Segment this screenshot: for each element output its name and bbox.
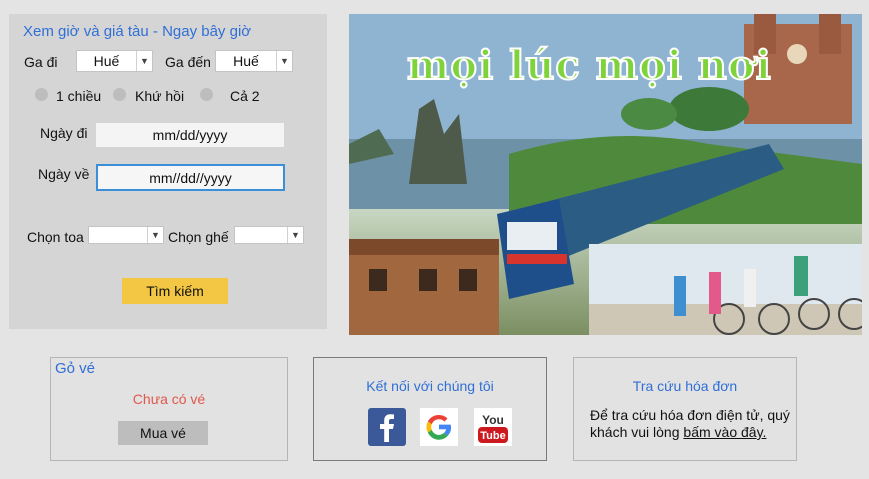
- chevron-down-icon: ▼: [287, 227, 303, 243]
- youtube-icon[interactable]: You Tube: [474, 408, 512, 446]
- svg-text:You: You: [482, 413, 504, 427]
- return-date-label: Ngày về: [38, 166, 90, 182]
- cart-title: Gỏ vé: [55, 360, 96, 377]
- seat-select[interactable]: ▼: [234, 226, 304, 244]
- invoice-box: Tra cứu hóa đơn Để tra cứu hóa đơn điện …: [573, 357, 797, 461]
- radio-round-trip-label: Khứ hồi: [135, 88, 185, 104]
- from-station-select[interactable]: Huế ▼: [76, 50, 153, 72]
- radio-one-way-label: 1 chiều: [56, 88, 102, 104]
- to-station-value: Huế: [233, 53, 259, 69]
- google-icon[interactable]: [420, 408, 458, 446]
- to-station-select[interactable]: Huế ▼: [215, 50, 293, 72]
- radio-one-way[interactable]: [35, 88, 48, 101]
- svg-text:Tube: Tube: [480, 430, 505, 442]
- seat-label: Chọn ghế: [168, 229, 229, 245]
- invoice-text: Để tra cứu hóa đơn điện tử, quý khách vu…: [590, 407, 790, 441]
- cart-box: Gỏ vé Chưa có vé Mua vé: [50, 357, 288, 461]
- return-date-input[interactable]: mm//dd//yyyy: [96, 164, 285, 191]
- promo-banner: mọi lúc mọi nơi: [349, 14, 862, 335]
- car-label: Chọn toa: [27, 229, 84, 245]
- chevron-down-icon: ▼: [136, 51, 152, 71]
- from-station-value: Huế: [93, 53, 120, 69]
- buy-ticket-button[interactable]: Mua vé: [118, 421, 208, 445]
- facebook-icon[interactable]: [368, 408, 406, 446]
- search-button[interactable]: Tìm kiếm: [122, 278, 228, 304]
- chevron-down-icon: ▼: [276, 51, 292, 71]
- search-panel: Xem giờ và giá tàu - Ngay bây giờ Ga đi …: [9, 14, 327, 329]
- banner-slogan: mọi lúc mọi nơi: [406, 41, 772, 90]
- radio-round-trip[interactable]: [113, 88, 126, 101]
- cart-empty-message: Chưa có vé: [132, 391, 206, 407]
- invoice-lookup-link[interactable]: bấm vào đây.: [683, 424, 766, 440]
- connect-box: Kết nối với chúng tôi You Tube: [313, 357, 547, 461]
- depart-date-label: Ngày đi: [40, 125, 88, 141]
- depart-date-input[interactable]: mm/dd/yyyy: [96, 123, 284, 147]
- from-station-label: Ga đi: [24, 54, 58, 70]
- invoice-title: Tra cứu hóa đơn: [632, 378, 738, 394]
- chevron-down-icon: ▼: [147, 227, 163, 243]
- to-station-label: Ga đến: [165, 54, 211, 70]
- search-panel-title: Xem giờ và giá tàu - Ngay bây giờ: [23, 23, 252, 40]
- car-select[interactable]: ▼: [88, 226, 164, 244]
- connect-title: Kết nối với chúng tôi: [366, 378, 494, 394]
- radio-both[interactable]: [200, 88, 213, 101]
- radio-both-label: Cả 2: [230, 88, 260, 104]
